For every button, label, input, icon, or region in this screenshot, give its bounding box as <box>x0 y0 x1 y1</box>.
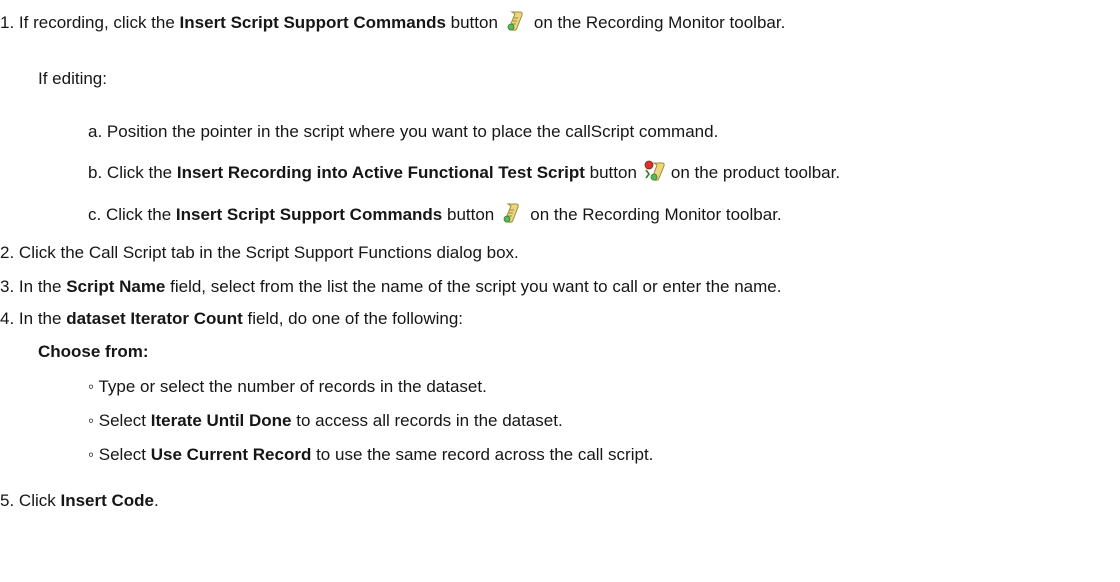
ui-term: Insert Script Support Commands <box>175 205 443 224</box>
option-text: Type or select the number of records in … <box>98 377 487 396</box>
step-text: Click <box>18 491 61 510</box>
substep-letter: b. <box>88 163 103 182</box>
ui-term: Script Name <box>66 277 166 296</box>
substep-letter: c. <box>88 205 102 224</box>
substep-letter: a. <box>88 122 103 141</box>
step-text: button <box>445 13 498 32</box>
substep-text: button <box>442 205 495 224</box>
step-4: 4. In the dataset Iterator Count field, … <box>0 308 463 330</box>
option-text: Select <box>98 445 151 464</box>
option-item: ◦ Type or select the number of records i… <box>88 376 487 398</box>
substep-text: Click the <box>106 163 177 182</box>
step-number: 1. <box>0 13 15 32</box>
ui-term: Insert Code <box>60 491 155 510</box>
option-text: to access all records in the dataset. <box>291 411 563 430</box>
step-number: 5. <box>0 491 15 510</box>
step-text: . <box>154 491 159 510</box>
choose-from-label: Choose from: <box>38 342 149 361</box>
step-number: 2. <box>0 243 15 262</box>
ui-term: dataset Iterator Count <box>66 309 243 328</box>
step-text: In the <box>18 309 67 328</box>
substep-text: Click the <box>105 205 176 224</box>
bullet: ◦ <box>88 445 95 464</box>
option-item: ◦ Select Use Current Record to use the s… <box>88 444 653 466</box>
option-text: Select <box>98 411 151 430</box>
step-number: 3. <box>0 277 15 296</box>
substep-a: a. Position the pointer in the script wh… <box>88 121 718 143</box>
ui-term: Insert Recording into Active Functional … <box>176 163 585 182</box>
substep-text: Position the pointer in the script where… <box>106 122 719 141</box>
substep-text: button <box>584 163 637 182</box>
script-support-icon <box>502 202 522 224</box>
step-text: If recording, click the <box>18 13 180 32</box>
step-text: field, do one of the following: <box>242 309 464 328</box>
substep-text: on the Recording Monitor toolbar. <box>530 205 782 224</box>
option-item: ◦ Select Iterate Until Done to access al… <box>88 410 563 432</box>
ui-term: Insert Script Support Commands <box>179 13 446 32</box>
ui-term: Use Current Record <box>150 445 312 464</box>
substep-c: c. Click the Insert Script Support Comma… <box>88 202 782 227</box>
instructions-page: 1. If recording, click the Insert Script… <box>0 0 1120 582</box>
step-text: field, select from the list the name of … <box>165 277 782 296</box>
step-3: 3. In the Script Name field, select from… <box>0 276 781 298</box>
substep-text: on the product toolbar. <box>670 163 841 182</box>
bullet: ◦ <box>88 377 95 396</box>
step-2: 2. Click the Call Script tab in the Scri… <box>0 242 519 264</box>
ui-term: Iterate Until Done <box>150 411 292 430</box>
script-support-icon <box>506 10 526 32</box>
substep-b: b. Click the Insert Recording into Activ… <box>88 160 841 185</box>
step-text: Click the Call Script tab in the Script … <box>18 243 519 262</box>
step-text: on the Recording Monitor toolbar. <box>533 13 786 32</box>
step-1: 1. If recording, click the Insert Script… <box>0 10 786 35</box>
if-editing-label: If editing: <box>38 69 107 88</box>
step-number: 4. <box>0 309 15 328</box>
bullet: ◦ <box>88 411 95 430</box>
insert-recording-icon <box>643 160 667 182</box>
option-text: to use the same record across the call s… <box>311 445 654 464</box>
step-text: In the <box>18 277 67 296</box>
step-5: 5. Click Insert Code. <box>0 490 159 512</box>
